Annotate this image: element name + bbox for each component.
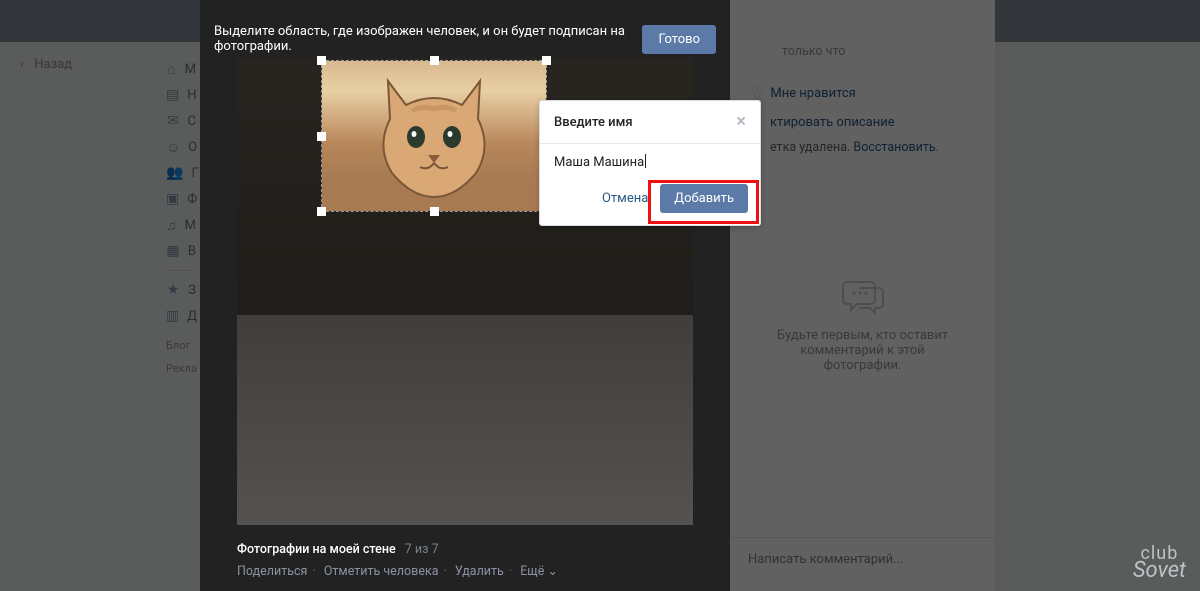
resize-handle[interactable] — [317, 56, 326, 65]
tag-hint-text: Выделите область, где изображен человек,… — [214, 24, 642, 54]
photo-viewer: Выделите область, где изображен человек,… — [200, 0, 730, 591]
chevron-down-icon: ⌄ — [547, 564, 557, 579]
share-link[interactable]: Поделиться — [237, 564, 307, 579]
watermark: club Sovet — [1133, 543, 1186, 583]
tag-person-link[interactable]: Отметить человека — [324, 564, 439, 579]
resize-handle[interactable] — [430, 56, 439, 65]
cat-face-icon — [368, 75, 500, 201]
resize-handle[interactable] — [317, 132, 326, 141]
popup-title: Введите имя — [554, 115, 633, 130]
photo-caption: Фотографии на моей стене 7 из 7 Поделить… — [237, 542, 558, 579]
close-icon[interactable]: × — [736, 113, 746, 131]
crop-selection[interactable] — [321, 60, 547, 212]
more-link[interactable]: Ещё ⌄ — [520, 564, 558, 579]
photo-counter: 7 из 7 — [405, 542, 439, 557]
name-input[interactable]: Маша Машина — [540, 144, 760, 176]
delete-link[interactable]: Удалить — [455, 564, 504, 579]
resize-handle[interactable] — [430, 207, 439, 216]
add-button[interactable]: Добавить — [660, 184, 748, 213]
resize-handle[interactable] — [317, 207, 326, 216]
resize-handle[interactable] — [542, 56, 551, 65]
cancel-button[interactable]: Отмена — [602, 191, 648, 206]
name-popup: Введите имя × Маша Машина Отмена Добавит… — [539, 100, 761, 226]
album-name[interactable]: Фотографии на моей стене — [237, 542, 396, 557]
done-button[interactable]: Готово — [642, 25, 716, 54]
